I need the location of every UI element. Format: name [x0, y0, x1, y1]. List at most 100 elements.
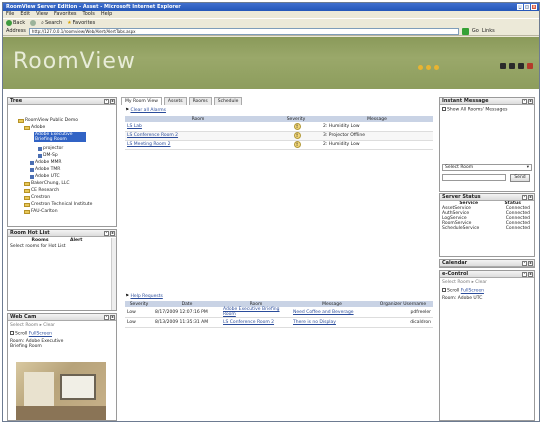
calendar-close-button[interactable]: x [528, 261, 533, 266]
tree-item-adobe-utc[interactable]: Adobe UTC [30, 174, 60, 179]
im-close-button[interactable]: x [528, 99, 533, 104]
hotlist-minimize-button[interactable]: - [104, 231, 109, 236]
forward-button[interactable] [30, 20, 37, 26]
tab-assets[interactable]: Assets [163, 97, 187, 105]
row-room[interactable]: LS Lab [125, 122, 271, 132]
im-send-button[interactable]: Send [510, 174, 530, 182]
tree-item-adobe-exec-briefing[interactable]: Adobe Executive Briefing Room [34, 132, 86, 142]
tab-schedule[interactable]: Schedule [213, 97, 243, 105]
tree-item-fau-carlton[interactable]: FAU-Carlton [24, 209, 58, 214]
table-row[interactable]: LS Meeting Room 2 ! 2: Humidity Low [125, 140, 433, 150]
calendar-minimize-button[interactable]: - [522, 261, 527, 266]
table-row[interactable]: Low 8/13/2009 11:35:31 AM LS Conference … [125, 317, 433, 328]
tree-item-crestron[interactable]: Crestron [24, 195, 50, 200]
econtrol-select-room[interactable]: Select Room [442, 280, 470, 285]
tree-item-adobe-mmr[interactable]: Adobe MMR [30, 160, 62, 165]
tree-label: Adobe MMR [35, 160, 62, 165]
table-row[interactable]: LS Conference Room 2 ! 3: Projector Offl… [125, 131, 433, 141]
device-icon [38, 153, 42, 158]
alarm-table: Room Severity Message LS Lab ! 2: Humidi… [125, 116, 433, 150]
row-status: Connected [505, 226, 530, 231]
table-row[interactable]: LS Lab ! 2: Humidity Low [125, 122, 433, 132]
tab-my-room-view[interactable]: My Room View [121, 97, 162, 105]
address-input[interactable]: http://127.0.0.1/roomview/Web/Alert/Aler… [28, 27, 459, 35]
col-organizer[interactable]: Organizer Username [373, 301, 433, 307]
logout-icon[interactable] [527, 63, 533, 69]
tree-item-adobe[interactable]: Adobe [24, 125, 45, 130]
tree-item-bakerchung[interactable]: BakerChung, LLC [24, 181, 69, 186]
row-room[interactable]: LS Conference Room 2 [125, 131, 271, 141]
im-select-room[interactable]: Select Room ▾ [442, 164, 532, 171]
tree-item-dmsp[interactable]: DM-Sp [38, 153, 58, 158]
webcam-clear[interactable]: Clear [43, 323, 55, 328]
links-label[interactable]: Links [482, 28, 495, 34]
row-message[interactable]: There is no Display [291, 317, 373, 328]
row-room[interactable]: LS Conference Room 2 [221, 317, 291, 328]
favorites-button[interactable]: ★ Favorites [67, 20, 95, 26]
main-tabs: My Room View Assets Rooms Schedule [121, 97, 243, 105]
menu-edit[interactable]: Edit [20, 11, 30, 18]
menu-file[interactable]: File [6, 11, 14, 18]
tree-item-public-demo[interactable]: RoomView Public Demo [18, 118, 78, 123]
tree-close-button[interactable]: x [110, 99, 115, 104]
webcam-minimize-button[interactable]: - [104, 315, 109, 320]
back-button[interactable]: Back [6, 20, 25, 26]
tree-label: Adobe TMR [35, 167, 61, 172]
menu-favorites[interactable]: Favorites [54, 11, 77, 18]
econtrol-close-button[interactable]: x [528, 272, 533, 277]
search-button[interactable]: ⌕ Search [41, 20, 62, 26]
row-room[interactable]: LS Meeting Room 2 [125, 140, 271, 150]
go-label[interactable]: Go [472, 28, 479, 34]
menu-tools[interactable]: Tools [83, 11, 95, 18]
im-minimize-button[interactable]: - [522, 99, 527, 104]
tree-label: RoomView Public Demo [25, 118, 79, 123]
device-icon [38, 146, 42, 151]
clear-alarms-link[interactable]: Clear all Alarms [130, 108, 165, 113]
tree-item-ce-research[interactable]: CE Research [24, 188, 59, 193]
tree-minimize-button[interactable]: - [104, 99, 109, 104]
settings-icon[interactable] [509, 63, 515, 69]
webcam-fullscreen-link[interactable]: FullScreen [29, 332, 52, 337]
help-icon[interactable] [518, 63, 524, 69]
server-minimize-button[interactable]: - [522, 195, 527, 200]
tree-item-projector[interactable]: projector [38, 146, 63, 151]
econtrol-clear[interactable]: Clear [475, 280, 487, 285]
close-button[interactable]: × [531, 4, 537, 10]
im-message-input[interactable] [442, 174, 506, 181]
address-label: Address [6, 28, 26, 34]
webcam-scroll-row: Scroll FullScreen [8, 330, 116, 338]
tab-rooms[interactable]: Rooms [188, 97, 212, 105]
table-row[interactable]: Low 8/17/2009 12:07:16 PM Adobe Executiv… [125, 307, 433, 318]
webcam-image [16, 362, 106, 420]
econtrol-scroll-checkbox[interactable] [442, 288, 446, 292]
menu-help[interactable]: Help [101, 11, 112, 18]
status-alert-icon-2 [426, 65, 431, 70]
row-message[interactable]: Need Coffee and Beverage [291, 307, 373, 318]
go-button[interactable] [461, 27, 469, 35]
webcam-scroll-checkbox[interactable] [10, 331, 14, 335]
row-room[interactable]: Adobe Executive Briefing Room [221, 307, 291, 318]
im-show-all-checkbox[interactable] [442, 107, 446, 111]
help-requests-link[interactable]: Help Requests [130, 294, 162, 299]
econtrol-fullscreen-link[interactable]: FullScreen [461, 289, 484, 294]
browser-window: RoomView Server Edition - Asset - Micros… [2, 2, 540, 422]
webcam-close-button[interactable]: x [110, 315, 115, 320]
minimize-button[interactable]: _ [517, 4, 523, 10]
tree-item-adobe-tmr[interactable]: Adobe TMR [30, 167, 60, 172]
menu-view[interactable]: View [36, 11, 48, 18]
row-severity: Low [125, 317, 153, 328]
hotlist-close-button[interactable]: x [110, 231, 115, 236]
tree-item-crestron-tech[interactable]: Crestron Technical Institute [24, 202, 92, 207]
webcam-screen [60, 374, 96, 400]
econtrol-minimize-button[interactable]: - [522, 272, 527, 277]
row-user: pdfreeler [373, 307, 433, 318]
maximize-button[interactable]: □ [524, 4, 530, 10]
hotlist-scrollbar[interactable] [111, 238, 116, 310]
webcam-select-room[interactable]: Select Room [10, 323, 38, 328]
chevron-down-icon: ▾ [526, 165, 529, 170]
server-close-button[interactable]: x [528, 195, 533, 200]
browser-toolbar: Back ⌕ Search ★ Favorites [3, 18, 539, 27]
row-user: dicaldron [373, 317, 433, 328]
grid-icon[interactable] [500, 63, 506, 69]
webcam-header: Web Cam -x [8, 314, 116, 321]
